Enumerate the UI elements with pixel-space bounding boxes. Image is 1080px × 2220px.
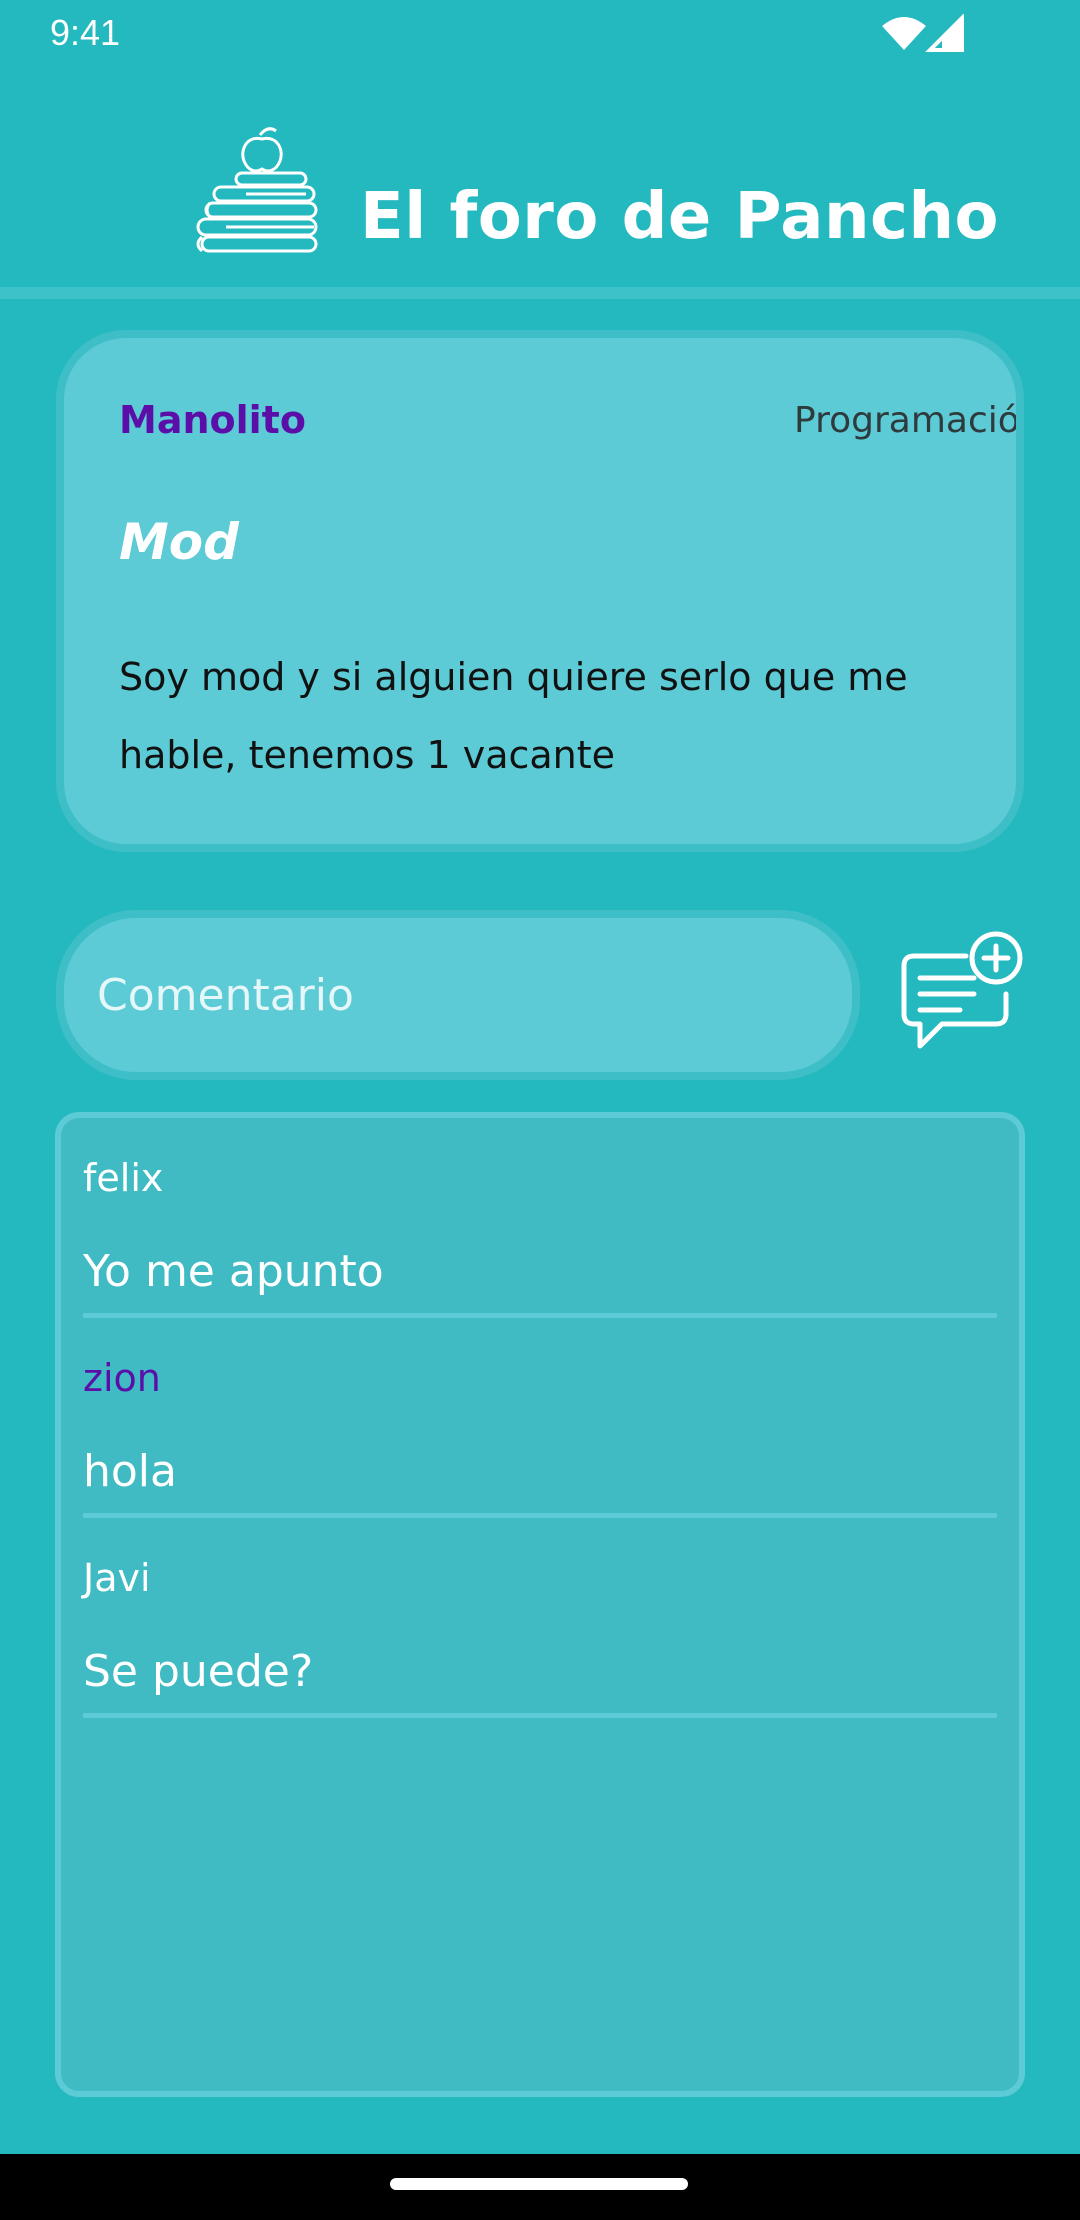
comments-list[interactable]: felix Yo me apunto zion hola Javi Se pue…	[55, 1112, 1025, 2097]
comment-item: felix Yo me apunto	[83, 1118, 997, 1318]
comment-author[interactable]: felix	[83, 1156, 163, 1200]
comment-text: hola	[83, 1446, 177, 1497]
post-title: Mod	[119, 513, 239, 571]
home-gesture-handle[interactable]	[390, 2178, 688, 2190]
add-comment-icon	[901, 931, 1023, 1049]
comment-item: Javi Se puede?	[83, 1518, 997, 1718]
comment-item: zion hola	[83, 1318, 997, 1518]
status-icons	[882, 14, 964, 52]
system-nav-bar	[0, 2154, 1080, 2220]
status-time: 9:41	[50, 12, 121, 53]
post-card: Manolito Programación Mod Soy mod y si a…	[56, 330, 1024, 852]
comment-author[interactable]: Javi	[83, 1556, 151, 1600]
comment-text: Yo me apunto	[83, 1246, 384, 1297]
comment-input-container	[56, 910, 860, 1080]
wifi-icon	[882, 17, 926, 50]
post-category: Programación	[794, 400, 1024, 441]
header-divider	[0, 287, 1080, 299]
add-comment-button[interactable]	[896, 928, 1028, 1060]
post-body: Soy mod y si alguien quiere serlo que me…	[119, 655, 908, 777]
app-header: El foro de Pancho	[0, 70, 1080, 288]
books-apple-logo	[196, 127, 318, 253]
comment-divider	[83, 1713, 997, 1718]
comment-text: Se puede?	[83, 1646, 314, 1697]
post-author[interactable]: Manolito	[119, 398, 306, 442]
status-bar: 9:41	[0, 0, 1080, 70]
app-title: El foro de Pancho	[360, 180, 999, 254]
comment-author[interactable]: zion	[83, 1356, 161, 1400]
comment-input[interactable]	[64, 918, 852, 1072]
